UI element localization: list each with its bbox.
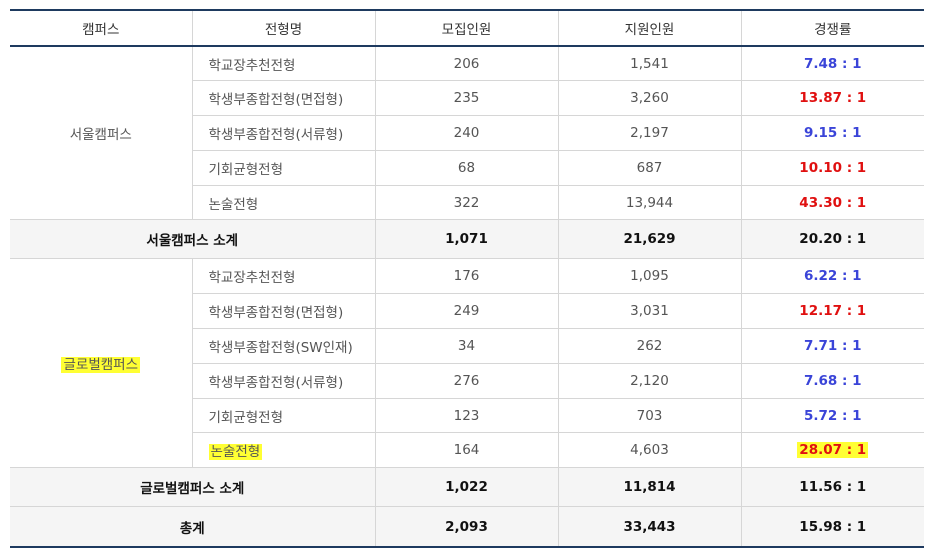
applicants-cell: 3,031 <box>557 293 742 330</box>
quota-cell: 68 <box>374 149 559 186</box>
applicants-cell: 2,120 <box>557 362 742 399</box>
subtotal-label: 서울캠퍼스 소계 <box>10 219 376 260</box>
quota-cell: 240 <box>374 115 559 151</box>
applicants-cell: 4,603 <box>557 432 742 469</box>
subtotal-quota: 1,022 <box>374 467 559 508</box>
campus-cell-global: 글로벌캠퍼스 <box>10 258 193 469</box>
rate-cell: 10.10 : 1 <box>740 149 924 186</box>
subtotal-applicants: 11,814 <box>557 467 742 508</box>
total-quota: 2,093 <box>374 506 559 547</box>
track-cell: 학교장추천전형 <box>191 258 376 295</box>
quota-cell: 34 <box>374 328 559 364</box>
track-cell: 학교장추천전형 <box>191 45 376 82</box>
campus-cell-seoul: 서울캠퍼스 <box>10 45 193 221</box>
subtotal-quota: 1,071 <box>374 219 559 260</box>
rate-cell: 7.71 : 1 <box>740 328 924 364</box>
applicants-cell: 3,260 <box>557 80 742 117</box>
rate-cell: 9.15 : 1 <box>740 115 924 151</box>
subtotal-label: 글로벌캠퍼스 소계 <box>10 467 376 508</box>
table-header-row: 캠퍼스 전형명 모집인원 지원인원 경쟁률 <box>10 10 924 47</box>
track-cell: 기회균형전형 <box>192 149 376 186</box>
track-cell: 논술전형 <box>192 432 376 469</box>
quota-cell: 206 <box>374 45 559 82</box>
applicants-cell: 1,095 <box>557 258 742 295</box>
track-cell: 학생부종합전형(면접형) <box>192 80 376 117</box>
rate-cell: 12.17 : 1 <box>740 293 924 330</box>
track-cell: 기회균형전형 <box>192 397 376 434</box>
subtotal-applicants: 21,629 <box>557 219 742 260</box>
campus-label-global: 글로벌캠퍼스 <box>61 357 141 374</box>
track-cell: 학생부종합전형(서류형) <box>192 115 376 151</box>
track-label-highlighted: 논술전형 <box>208 444 263 461</box>
quota-cell: 276 <box>374 362 559 399</box>
rate-cell: 7.68 : 1 <box>740 362 924 399</box>
quota-cell: 322 <box>374 184 559 221</box>
applicants-cell: 687 <box>557 149 742 186</box>
track-cell: 학생부종합전형(SW인재) <box>192 328 376 364</box>
track-cell: 논술전형 <box>192 184 376 221</box>
subtotal-row-seoul: 서울캠퍼스 소계 1,071 21,629 20.20 : 1 <box>10 219 924 260</box>
applicants-cell: 13,944 <box>557 184 742 221</box>
header-quota: 모집인원 <box>374 10 559 47</box>
quota-cell: 164 <box>374 432 559 469</box>
applicants-cell: 1,541 <box>557 45 742 82</box>
rate-cell: 5.72 : 1 <box>740 397 924 434</box>
total-row: 총계 2,093 33,443 15.98 : 1 <box>10 506 924 547</box>
total-applicants: 33,443 <box>557 506 742 547</box>
table-row: 글로벌캠퍼스 학교장추천전형 176 1,095 6.22 : 1 <box>10 258 924 469</box>
applicants-cell: 262 <box>557 328 742 364</box>
rate-cell: 6.22 : 1 <box>740 258 924 295</box>
admission-stats-table: 캠퍼스 전형명 모집인원 지원인원 경쟁률 서울캠퍼스 학교장추천전형 206 … <box>10 9 924 548</box>
quota-cell: 249 <box>374 293 559 330</box>
quota-cell: 123 <box>374 397 559 434</box>
subtotal-rate: 11.56 : 1 <box>740 467 924 508</box>
subtotal-row-global: 글로벌캠퍼스 소계 1,022 11,814 11.56 : 1 <box>10 467 924 508</box>
table-row: 서울캠퍼스 학교장추천전형 206 1,541 7.48 : 1 <box>10 45 924 221</box>
header-campus: 캠퍼스 <box>10 10 193 47</box>
total-rate: 15.98 : 1 <box>740 506 924 547</box>
quota-cell: 176 <box>374 258 559 295</box>
rate-label-highlighted: 28.07 : 1 <box>797 442 869 459</box>
rate-cell: 7.48 : 1 <box>740 45 924 82</box>
track-cell: 학생부종합전형(서류형) <box>192 362 376 399</box>
rate-cell: 28.07 : 1 <box>740 432 924 469</box>
header-rate: 경쟁률 <box>740 10 924 47</box>
applicants-cell: 703 <box>557 397 742 434</box>
subtotal-rate: 20.20 : 1 <box>740 219 924 260</box>
header-track: 전형명 <box>191 10 376 47</box>
rate-cell: 13.87 : 1 <box>740 80 924 117</box>
rate-cell: 43.30 : 1 <box>740 184 924 221</box>
total-label: 총계 <box>10 506 376 547</box>
applicants-cell: 2,197 <box>557 115 742 151</box>
track-cell: 학생부종합전형(면접형) <box>192 293 376 330</box>
quota-cell: 235 <box>374 80 559 117</box>
header-applicants: 지원인원 <box>557 10 742 47</box>
